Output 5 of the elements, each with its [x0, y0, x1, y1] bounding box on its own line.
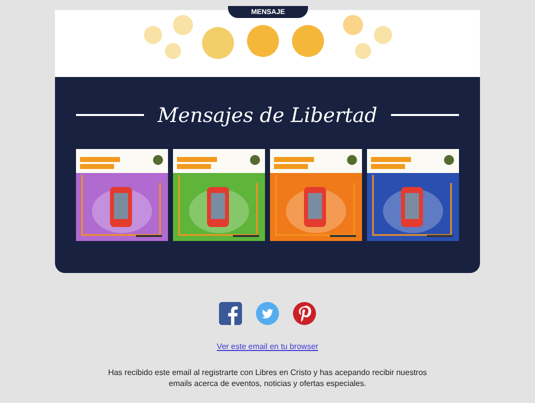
pin-icon[interactable] — [293, 302, 316, 325]
section-title: Mensajes de Libertad — [158, 105, 378, 125]
facebook-icon[interactable] — [219, 302, 242, 325]
browser-link[interactable]: Ver este email en tu browser — [216, 341, 318, 353]
notice-text: Has recibido este email al registrarte con Libres en Cristo y has acepando recibir nuestros emails acerca de eventos, noticias y ofertas especiales. — [107, 367, 428, 389]
